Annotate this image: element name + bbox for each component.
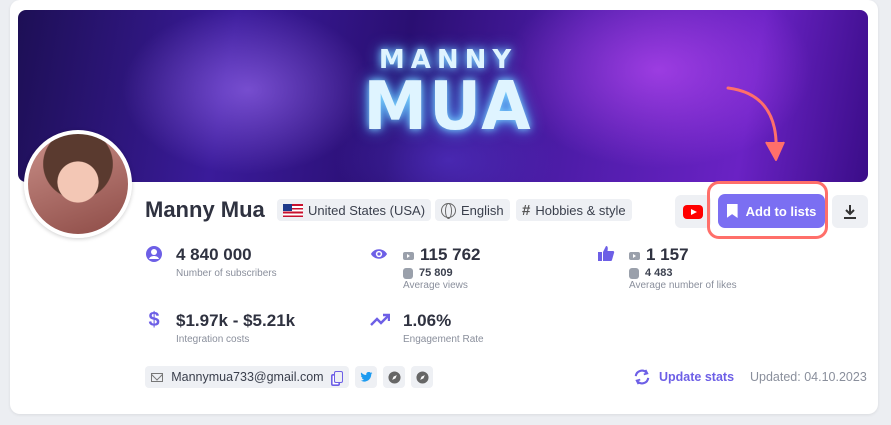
copy-icon[interactable] bbox=[333, 371, 343, 383]
website-link-2[interactable] bbox=[411, 366, 433, 388]
globe-icon bbox=[441, 202, 456, 219]
refresh-icon bbox=[634, 369, 650, 385]
country-label: United States (USA) bbox=[308, 202, 426, 218]
channel-card: MANNY MUA Manny Mua United States (USA) … bbox=[10, 0, 878, 414]
update-stats-label: Update stats bbox=[659, 370, 735, 384]
category-chip: # Hobbies & style bbox=[516, 199, 632, 221]
cost-value: $1.97k - $5.21k bbox=[176, 311, 296, 330]
download-icon bbox=[844, 204, 856, 219]
views-stat: 115 762 75 809 Average views bbox=[370, 245, 481, 291]
video-icon bbox=[629, 251, 640, 260]
update-stats-button[interactable]: Update stats bbox=[633, 369, 734, 385]
annotation-arrow-icon bbox=[726, 86, 785, 161]
subscribers-label: Number of subscribers bbox=[176, 268, 277, 279]
hashtag-icon: # bbox=[522, 201, 531, 219]
subscribers-value: 4 840 000 bbox=[176, 245, 252, 264]
updated-date: Updated: 04.10.2023 bbox=[750, 370, 867, 384]
engagement-label: Engagement Rate bbox=[403, 334, 484, 345]
twitter-icon bbox=[360, 371, 372, 382]
compass-icon bbox=[387, 370, 401, 384]
youtube-link-button[interactable] bbox=[675, 195, 711, 228]
avatar bbox=[24, 130, 132, 238]
likes-stat: 1 157 4 483 Average number of likes bbox=[597, 245, 737, 291]
subscribers-stat: 4 840 000 Number of subscribers bbox=[145, 245, 277, 279]
language-label: English bbox=[461, 202, 504, 218]
add-to-lists-label: Add to lists bbox=[745, 203, 817, 219]
email-chip[interactable]: Mannymua733@gmail.com bbox=[145, 366, 349, 388]
shorts-icon bbox=[629, 267, 639, 279]
country-chip: United States (USA) bbox=[277, 199, 432, 221]
views-video-value: 115 762 bbox=[420, 245, 481, 264]
engagement-value: 1.06% bbox=[403, 311, 452, 330]
trending-up-icon bbox=[370, 313, 390, 326]
thumbs-up-icon bbox=[598, 246, 615, 261]
twitter-link[interactable] bbox=[355, 366, 377, 388]
eye-icon bbox=[370, 249, 388, 259]
bookmark-icon bbox=[726, 204, 738, 218]
user-icon bbox=[146, 246, 162, 262]
us-flag-icon bbox=[283, 203, 303, 217]
email-icon bbox=[151, 372, 164, 382]
video-icon bbox=[403, 251, 414, 260]
cost-stat: $ $1.97k - $5.21k Integration costs bbox=[145, 308, 296, 346]
channel-name: Manny Mua bbox=[145, 197, 265, 222]
category-label: Hobbies & style bbox=[535, 202, 626, 218]
views-label: Average views bbox=[403, 280, 468, 291]
email-value: Mannymua733@gmail.com bbox=[171, 370, 324, 384]
cost-label: Integration costs bbox=[176, 334, 250, 345]
add-to-lists-button[interactable]: Add to lists bbox=[718, 194, 825, 228]
website-link-1[interactable] bbox=[383, 366, 405, 388]
youtube-icon bbox=[683, 204, 703, 219]
engagement-stat: 1.06% Engagement Rate bbox=[370, 311, 484, 345]
shorts-icon bbox=[403, 267, 413, 279]
likes-shorts-value: 4 483 bbox=[645, 267, 673, 279]
dollar-icon: $ bbox=[148, 308, 160, 331]
likes-video-value: 1 157 bbox=[646, 245, 689, 264]
likes-label: Average number of likes bbox=[629, 280, 737, 291]
views-shorts-value: 75 809 bbox=[419, 267, 453, 279]
download-button[interactable] bbox=[832, 195, 868, 228]
compass-icon bbox=[415, 370, 429, 384]
language-chip: English bbox=[435, 199, 510, 221]
